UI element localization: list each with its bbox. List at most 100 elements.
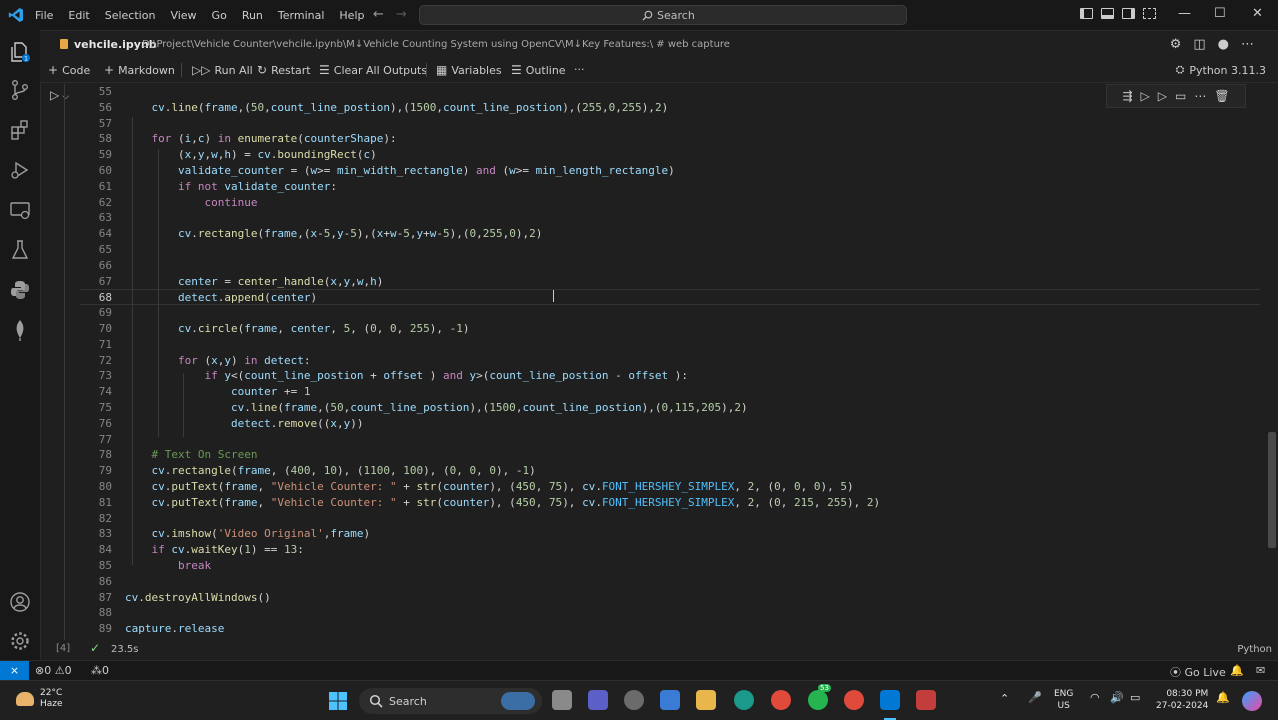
code-line[interactable]: 57: [80, 116, 1260, 132]
feedback-icon[interactable]: ✉: [1256, 664, 1265, 677]
notifications-bell-icon[interactable]: 🔔: [1230, 664, 1244, 677]
toggle-primary-sidebar-icon[interactable]: [1080, 8, 1093, 19]
run-cell-button[interactable]: ▷ ⌵: [50, 88, 69, 102]
menu-go[interactable]: Go: [212, 9, 227, 22]
code-line[interactable]: 61 if not validate_counter:: [80, 179, 1260, 195]
menu-edit[interactable]: Edit: [68, 9, 89, 22]
code-line[interactable]: 86: [80, 574, 1260, 590]
screen-recorder-icon[interactable]: [916, 690, 936, 710]
forward-arrow-icon[interactable]: →: [396, 7, 407, 22]
code-line[interactable]: 75 cv.line(frame,(50,count_line_postion)…: [80, 400, 1260, 416]
code-line[interactable]: 66: [80, 258, 1260, 274]
system-clock[interactable]: 08:30 PM 27-02-2024: [1156, 688, 1208, 712]
code-line[interactable]: 64 cv.rectangle(frame,(x-5,y-5),(x+w-5,y…: [80, 226, 1260, 242]
split-editor-icon[interactable]: ◫: [1193, 37, 1205, 52]
testing-flask-icon[interactable]: [8, 238, 32, 262]
remote-indicator-icon[interactable]: ⨯: [0, 661, 29, 680]
code-line[interactable]: 63: [80, 210, 1260, 226]
code-line[interactable]: 56 cv.line(frame,(50,count_line_postion)…: [80, 100, 1260, 116]
teams-icon[interactable]: [588, 690, 608, 710]
code-line[interactable]: 88: [80, 605, 1260, 621]
maximize-icon[interactable]: ☐: [1214, 6, 1226, 21]
menu-selection[interactable]: Selection: [105, 9, 156, 22]
code-line[interactable]: 89 capture.release: [80, 621, 1260, 637]
variables-button[interactable]: ▦ Variables: [436, 63, 502, 77]
menu-file[interactable]: File: [35, 9, 53, 22]
unsaved-dot-icon[interactable]: ●: [1218, 37, 1229, 52]
code-line[interactable]: 58 for (i,c) in enumerate(counterShape):: [80, 131, 1260, 147]
code-line[interactable]: 65: [80, 242, 1260, 258]
menu-run[interactable]: Run: [242, 9, 263, 22]
run-all-button[interactable]: ▷▷ Run All: [192, 63, 253, 77]
extensions-icon[interactable]: [8, 118, 32, 142]
menu-terminal[interactable]: Terminal: [278, 9, 325, 22]
outline-button[interactable]: ☰ Outline: [511, 63, 566, 77]
code-line[interactable]: 82: [80, 511, 1260, 527]
wifi-icon[interactable]: ◠: [1090, 692, 1100, 704]
back-arrow-icon[interactable]: ←: [373, 7, 384, 22]
code-line[interactable]: 60 validate_counter = (w>= min_width_rec…: [80, 163, 1260, 179]
clear-all-outputs-button[interactable]: ☰ Clear All Outputs: [319, 63, 427, 77]
code-line[interactable]: 80 cv.putText(frame, "Vehicle Counter: "…: [80, 479, 1260, 495]
mongodb-leaf-icon[interactable]: [8, 318, 32, 342]
source-control-icon[interactable]: [8, 78, 32, 102]
file-explorer-icon[interactable]: [696, 690, 716, 710]
code-line[interactable]: 76 detect.remove((x,y)): [80, 416, 1260, 432]
taskbar-search[interactable]: Search: [359, 688, 542, 714]
account-icon[interactable]: [8, 590, 32, 614]
code-line[interactable]: 70 cv.circle(frame, center, 5, (0, 0, 25…: [80, 321, 1260, 337]
show-hidden-icons-icon[interactable]: ⌃: [1000, 693, 1009, 705]
minimize-icon[interactable]: —: [1178, 6, 1191, 21]
menu-view[interactable]: View: [170, 9, 196, 22]
customize-layout-icon[interactable]: [1143, 8, 1156, 19]
toolbar-more-button[interactable]: ···: [574, 63, 585, 76]
go-live-button[interactable]: ⦿ Go Live: [1170, 664, 1226, 680]
breadcrumb[interactable]: D:\Project\Vehicle Counter\vehcile.ipynb…: [142, 39, 730, 50]
close-window-icon[interactable]: ✕: [1252, 6, 1263, 21]
weather-widget[interactable]: 22°C Haze: [16, 688, 63, 710]
store-icon[interactable]: [660, 690, 680, 710]
more-actions-icon[interactable]: ⋯: [1241, 37, 1254, 52]
explorer-icon[interactable]: 1: [8, 40, 32, 64]
task-view-icon[interactable]: [552, 690, 572, 710]
python-icon[interactable]: [8, 278, 32, 302]
code-line[interactable]: 84 if cv.waitKey(1) == 13:: [80, 542, 1260, 558]
windows-start-icon[interactable]: [328, 691, 348, 711]
command-search-box[interactable]: Search: [419, 5, 907, 25]
code-line[interactable]: 59 (x,y,w,h) = cv.boundingRect(c): [80, 147, 1260, 163]
cell-language[interactable]: Python: [1237, 644, 1272, 655]
code-line[interactable]: 79 cv.rectangle(frame, (400, 10), (1100,…: [80, 463, 1260, 479]
battery-icon[interactable]: ▭: [1130, 692, 1140, 704]
code-line[interactable]: 85 break: [80, 558, 1260, 574]
edge-icon[interactable]: [734, 690, 754, 710]
code-line[interactable]: 69: [80, 305, 1260, 321]
problems-indicator[interactable]: ⊗0 ⚠0: [35, 664, 72, 677]
vertical-scrollbar[interactable]: [1268, 432, 1276, 548]
microphone-icon[interactable]: 🎤: [1028, 692, 1042, 704]
volume-icon[interactable]: 🔊: [1110, 692, 1124, 704]
code-line[interactable]: 87 cv.destroyAllWindows(): [80, 590, 1260, 606]
restart-button[interactable]: ↻ Restart: [257, 63, 311, 77]
kernel-picker[interactable]: ⛭ Python 3.11.3: [1176, 63, 1266, 77]
chrome-profile-icon[interactable]: [844, 690, 864, 710]
code-line[interactable]: 81 cv.putText(frame, "Vehicle Counter: "…: [80, 495, 1260, 511]
code-line[interactable]: 78 # Text On Screen: [80, 447, 1260, 463]
notifications-icon[interactable]: 🔔: [1216, 692, 1230, 704]
code-line[interactable]: 62 continue: [80, 195, 1260, 211]
code-line[interactable]: 74 counter += 1: [80, 384, 1260, 400]
ports-indicator[interactable]: ⁂0: [91, 664, 109, 677]
add-code-cell-button[interactable]: + Code: [48, 63, 90, 77]
code-line[interactable]: 77: [80, 432, 1260, 448]
input-language[interactable]: ENG US: [1054, 688, 1073, 712]
whatsapp-icon[interactable]: [808, 690, 828, 710]
toggle-panel-icon[interactable]: [1101, 8, 1114, 19]
code-line[interactable]: 73 if y<(count_line_postion + offset ) a…: [80, 368, 1260, 384]
copilot-icon[interactable]: [1242, 691, 1262, 711]
vscode-taskbar-icon[interactable]: [880, 690, 900, 710]
code-line[interactable]: 72 for (x,y) in detect:: [80, 353, 1260, 369]
add-markdown-cell-button[interactable]: + Markdown: [104, 63, 175, 77]
settings-app-icon[interactable]: [624, 690, 644, 710]
code-line[interactable]: 71: [80, 337, 1260, 353]
settings-gear-icon[interactable]: [8, 629, 32, 653]
toggle-secondary-sidebar-icon[interactable]: [1122, 8, 1135, 19]
